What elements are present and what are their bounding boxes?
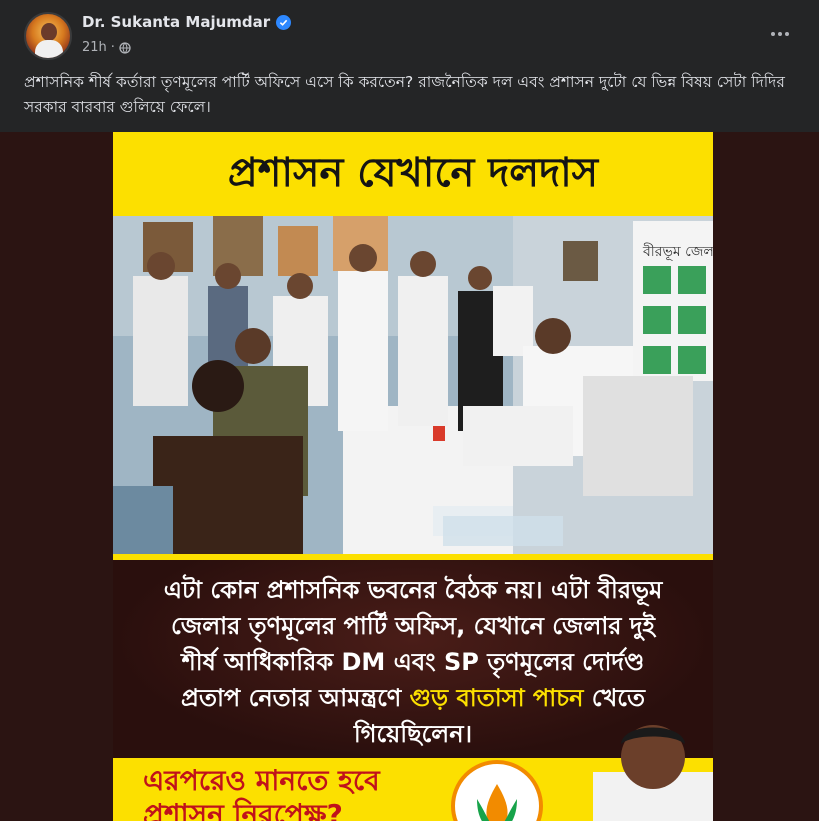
poster: প্রশাসন যেখানে দলদাস বীরভূম জেলা এটা কোন… (113, 132, 713, 821)
post-header: Dr. Sukanta Majumdar 21h · (0, 0, 819, 72)
post-meta: 21h · (82, 40, 131, 55)
poster-body-highlight: গুড় বাতাসা পাচন (409, 684, 584, 712)
author-name[interactable]: Dr. Sukanta Majumdar (82, 13, 270, 31)
party-logo-icon (451, 760, 543, 821)
post-timestamp[interactable]: 21h (82, 40, 107, 55)
post-caption: প্রশাসনিক শীর্ষ কর্তারা তৃণমূলের পার্টি … (24, 73, 785, 116)
post-card: Dr. Sukanta Majumdar 21h · প্রশাসনিক শীর… (0, 0, 819, 821)
wall-sign: বীরভূম জেলা (642, 243, 713, 260)
author-row: Dr. Sukanta Majumdar (82, 13, 292, 31)
more-horizontal-icon (771, 32, 775, 36)
politician-photo (593, 725, 713, 821)
verified-badge-icon (276, 14, 292, 30)
poster-headline: প্রশাসন যেখানে দলদাস (113, 132, 713, 216)
author-avatar[interactable] (24, 12, 72, 60)
post-image[interactable]: প্রশাসন যেখানে দলদাস বীরভূম জেলা এটা কোন… (0, 132, 819, 821)
poster-footer-text: এরপরেও মানতে হবে প্রশাসন নিরপেক্ষ? (143, 764, 380, 821)
more-options-button[interactable] (762, 20, 798, 48)
meta-separator: · (110, 40, 115, 55)
globe-icon (119, 41, 131, 54)
meeting-photo: বীরভূম জেলা (113, 216, 713, 556)
